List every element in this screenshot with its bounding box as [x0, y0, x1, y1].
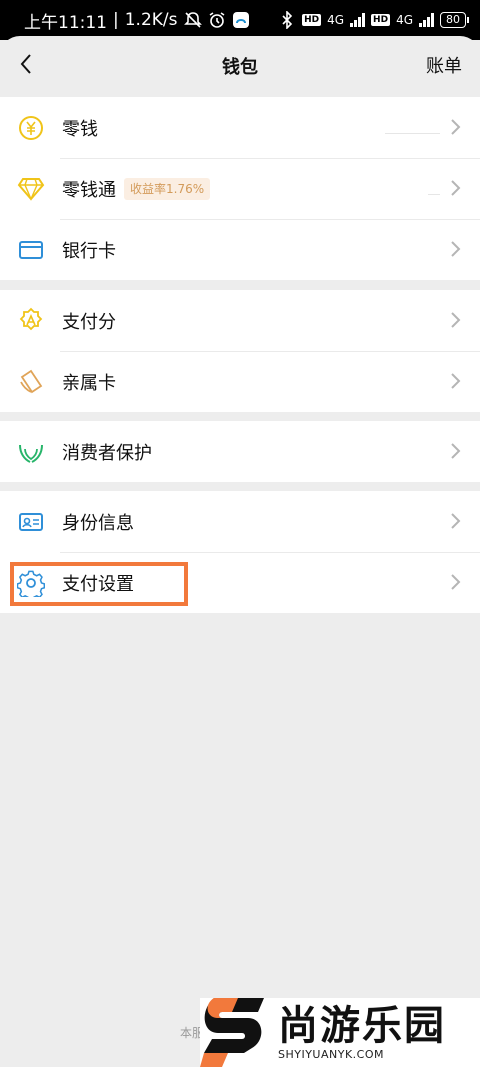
- list-item-bank-card[interactable]: 银行卡: [0, 219, 480, 280]
- list-item-consumer-protection[interactable]: 消费者保护: [0, 421, 480, 482]
- hd-badge-2: HD: [371, 14, 391, 26]
- wallet-group-4: 身份信息 支付设置: [0, 491, 480, 613]
- list-item-label: 支付设置: [62, 573, 134, 595]
- shield-hands-icon: [17, 438, 45, 466]
- status-right: HD 4G HD 4G 80: [278, 11, 469, 29]
- wallet-screen: 上午11:11 | 1.2K/s HD 4G HD 4G 80 钱包 账单 零钱…: [0, 0, 480, 1067]
- list-item-change[interactable]: 零钱: [0, 97, 480, 158]
- list-item-label: 零钱通: [62, 179, 116, 201]
- status-left: 上午11:11 | 1.2K/s: [24, 8, 250, 33]
- watermark-text: 尚游乐园 SHYIYUANYK.COM: [278, 1004, 446, 1062]
- wallet-group-2: 支付分 亲属卡: [0, 290, 480, 412]
- status-bar: 上午11:11 | 1.2K/s HD 4G HD 4G 80: [0, 0, 480, 40]
- status-divider: |: [113, 10, 119, 30]
- wallet-group-3: 消费者保护: [0, 421, 480, 482]
- hd-badge-1: HD: [302, 14, 322, 26]
- wallet-group-1: 零钱 零钱通 收益率1.76% 银行卡: [0, 97, 480, 280]
- chevron-right-icon: [451, 312, 461, 328]
- list-item-label: 银行卡: [62, 240, 116, 262]
- diamond-icon: [17, 175, 45, 203]
- watermark-en: SHYIYUANYK.COM: [278, 1047, 384, 1061]
- list-item-label: 零钱: [62, 118, 98, 140]
- s-logo-icon: [200, 998, 264, 1067]
- site-watermark: 尚游乐园 SHYIYUANYK.COM: [200, 998, 480, 1067]
- bluetooth-icon: [278, 11, 296, 29]
- status-time: 上午11:11: [24, 12, 107, 33]
- app-notification-icon: [232, 11, 250, 29]
- list-item-lingqiantong[interactable]: 零钱通 收益率1.76%: [0, 158, 480, 219]
- list-item-pay-score[interactable]: 支付分: [0, 290, 480, 351]
- signal-icon-2: [419, 13, 434, 27]
- yuan-coin-icon: [17, 114, 45, 142]
- gear-icon: [17, 569, 45, 597]
- list-item-label: 消费者保护: [62, 442, 152, 464]
- pay-score-icon: [17, 307, 45, 335]
- chevron-right-icon: [451, 119, 461, 135]
- chevron-left-icon: [20, 54, 31, 74]
- chevron-right-icon: [451, 180, 461, 196]
- bill-button[interactable]: 账单: [426, 52, 462, 78]
- list-item-label: 支付分: [62, 311, 116, 333]
- signal-icon: [350, 13, 366, 27]
- family-card-icon: [17, 368, 45, 396]
- watermark-cn: 尚游乐园: [278, 1002, 446, 1049]
- status-speed: 1.2K/s: [124, 10, 178, 30]
- id-card-icon: [17, 508, 45, 536]
- network-2: 4G: [396, 13, 413, 27]
- list-item-pay-settings[interactable]: 支付设置: [0, 552, 480, 613]
- network-1: 4G: [327, 13, 345, 27]
- chevron-right-icon: [451, 574, 461, 590]
- hidden-balance-line: [428, 194, 440, 195]
- back-button[interactable]: [12, 50, 40, 78]
- alarm-icon: [208, 11, 226, 29]
- chevron-right-icon: [451, 443, 461, 459]
- page-title: 钱包: [222, 57, 258, 78]
- list-item-label: 亲属卡: [62, 372, 116, 394]
- yield-rate-badge: 收益率1.76%: [124, 177, 211, 200]
- chevron-right-icon: [451, 241, 461, 257]
- hidden-balance-line: [385, 133, 440, 134]
- list-item-identity-info[interactable]: 身份信息: [0, 491, 480, 552]
- battery-icon: 80: [440, 12, 469, 28]
- bank-card-icon: [17, 236, 45, 264]
- list-item-label: 身份信息: [62, 512, 134, 534]
- chevron-right-icon: [451, 373, 461, 389]
- nav-bar: 钱包 账单: [0, 36, 480, 96]
- chevron-right-icon: [451, 513, 461, 529]
- list-item-family-card[interactable]: 亲属卡: [0, 351, 480, 412]
- mute-bell-icon: [183, 11, 202, 29]
